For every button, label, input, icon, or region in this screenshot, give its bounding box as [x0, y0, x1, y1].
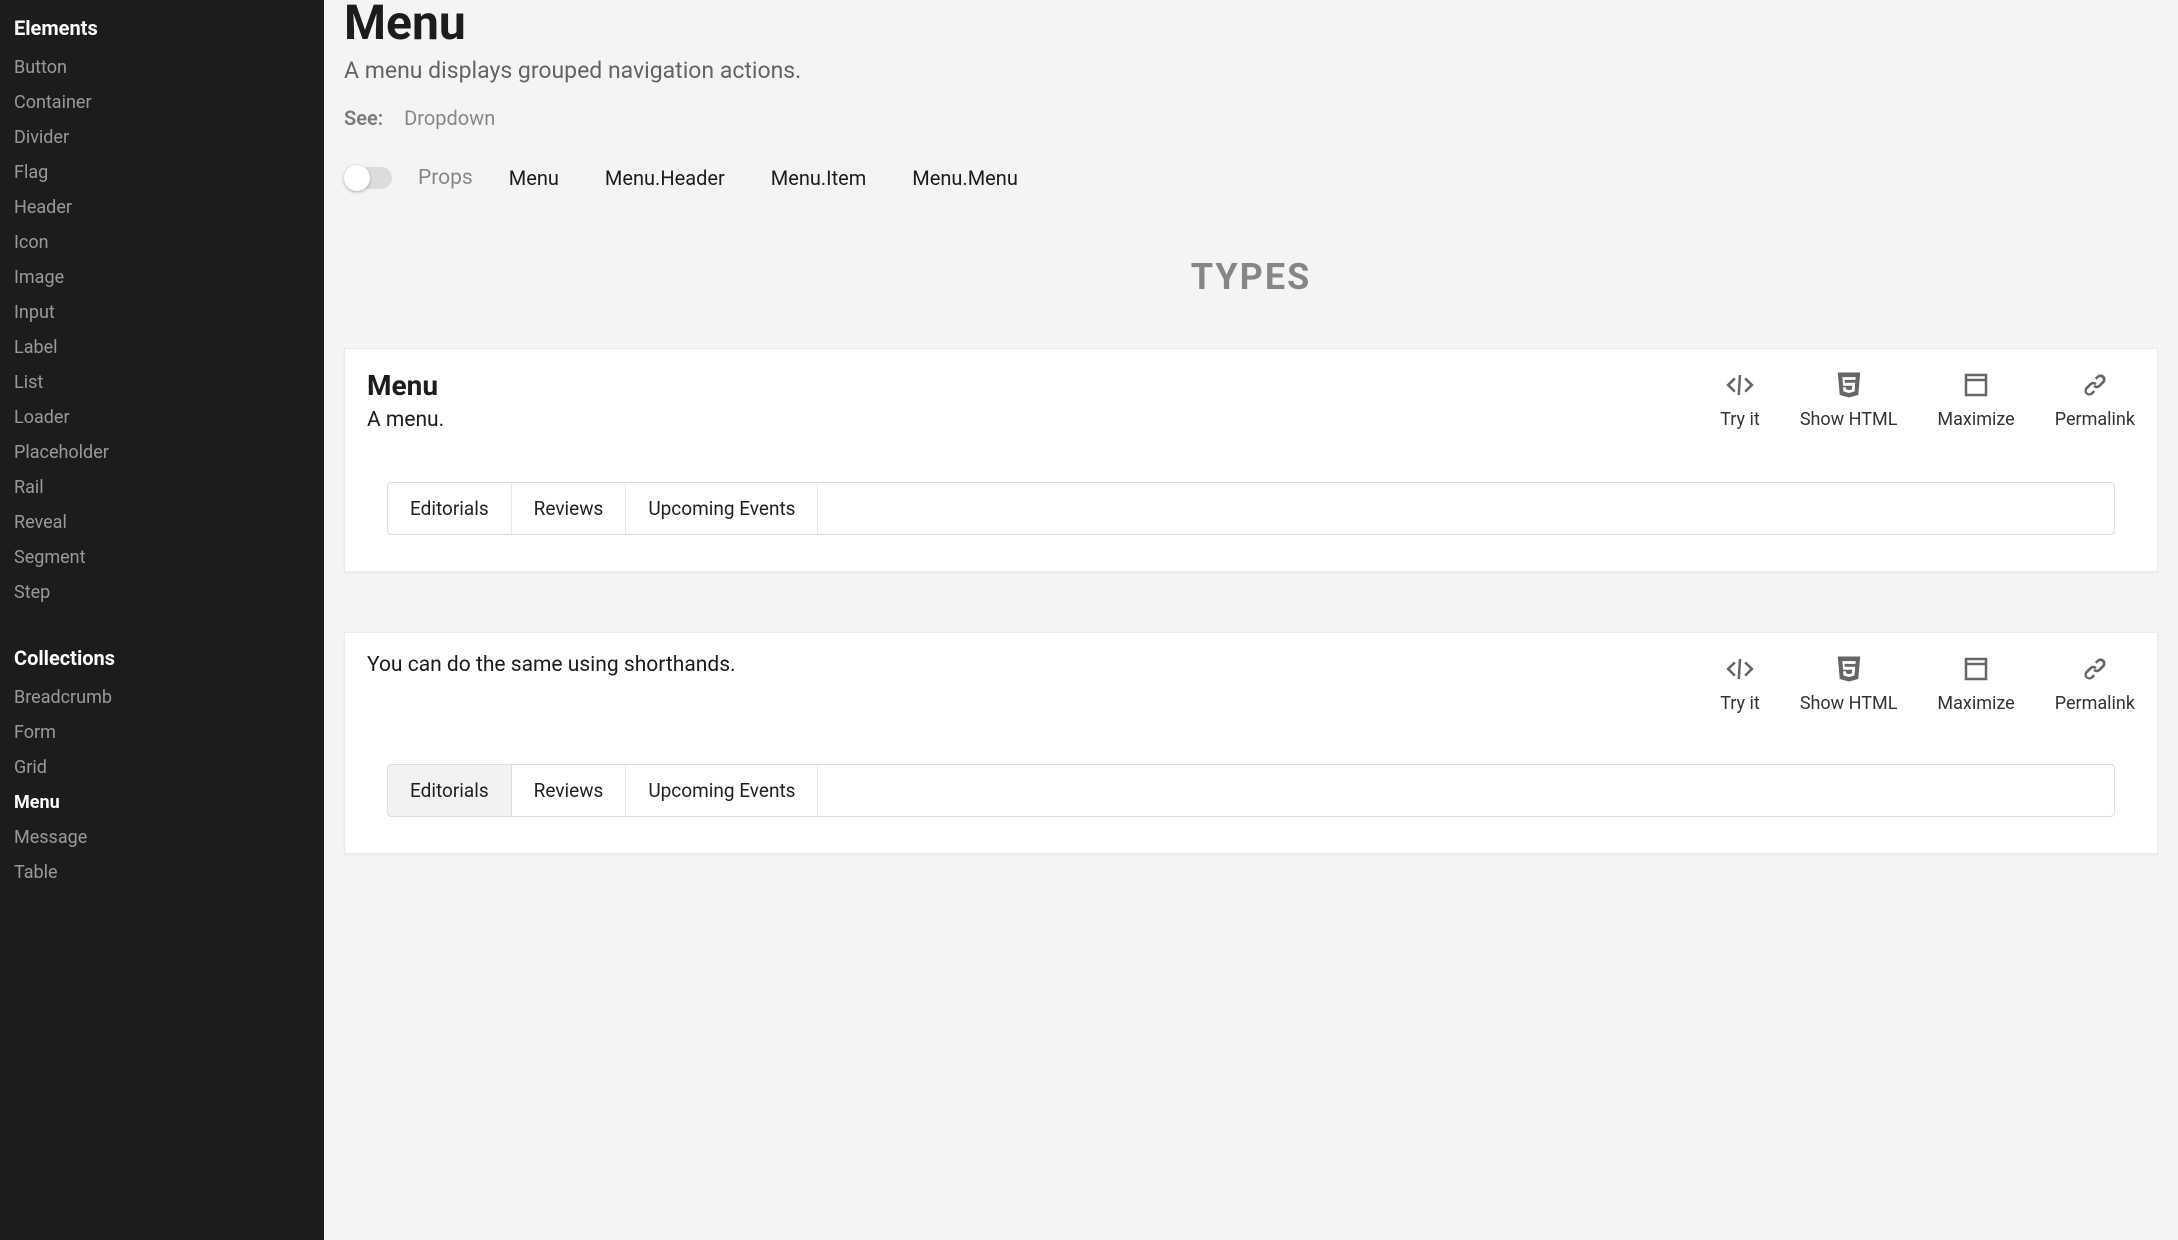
sidebar-item-rail[interactable]: Rail	[0, 470, 324, 505]
sidebar-item-header[interactable]: Header	[0, 190, 324, 225]
menu-item-editorials[interactable]: Editorials	[388, 765, 512, 816]
sidebar-item-container[interactable]: Container	[0, 85, 324, 120]
showhtml-label: Show HTML	[1800, 409, 1898, 430]
sidebar-item-list[interactable]: List	[0, 365, 324, 400]
permalink-label: Permalink	[2055, 693, 2135, 714]
demo-menu: Editorials Reviews Upcoming Events	[387, 764, 2115, 817]
demo-area: Editorials Reviews Upcoming Events	[367, 764, 2135, 817]
sidebar-item-icon[interactable]: Icon	[0, 225, 324, 260]
tryit-button[interactable]: Try it	[1720, 653, 1760, 714]
example-card: You can do the same using shorthands. Tr…	[344, 632, 2158, 854]
example-card: Menu A menu. Try it Show HTML	[344, 348, 2158, 572]
sidebar: Elements Button Container Divider Flag H…	[0, 0, 324, 1240]
sidebar-section-elements: Elements	[0, 10, 324, 50]
sidebar-item-segment[interactable]: Segment	[0, 540, 324, 575]
props-toggle[interactable]	[344, 167, 392, 189]
sidebar-item-loader[interactable]: Loader	[0, 400, 324, 435]
menu-item-reviews[interactable]: Reviews	[512, 765, 627, 816]
sidebar-item-divider[interactable]: Divider	[0, 120, 324, 155]
main-content: Menu A menu displays grouped navigation …	[324, 0, 2178, 1240]
props-label: Props	[418, 166, 473, 190]
tryit-label: Try it	[1720, 693, 1760, 714]
see-label: See:	[344, 106, 383, 130]
example-header-row: You can do the same using shorthands. Tr…	[367, 653, 2135, 714]
sidebar-item-image[interactable]: Image	[0, 260, 324, 295]
sidebar-item-grid[interactable]: Grid	[0, 750, 324, 785]
example-actions: Try it Show HTML Maximize	[1720, 369, 2135, 430]
window-maximize-icon	[1960, 369, 1992, 401]
demo-area: Editorials Reviews Upcoming Events	[367, 482, 2135, 535]
props-row: Props Menu Menu.Header Menu.Item Menu.Me…	[344, 160, 2158, 196]
see-row: See: Dropdown	[344, 106, 2158, 130]
tryit-label: Try it	[1720, 409, 1760, 430]
sidebar-item-form[interactable]: Form	[0, 715, 324, 750]
menu-item-upcoming-events[interactable]: Upcoming Events	[626, 765, 818, 816]
section-heading-types: TYPES	[344, 256, 2158, 298]
example-desc: A menu.	[367, 408, 444, 432]
sidebar-item-placeholder[interactable]: Placeholder	[0, 435, 324, 470]
maximize-label: Maximize	[1937, 409, 2014, 430]
example-info: Menu A menu.	[367, 369, 444, 432]
permalink-button[interactable]: Permalink	[2055, 369, 2135, 430]
tryit-button[interactable]: Try it	[1720, 369, 1760, 430]
html5-icon	[1833, 653, 1865, 685]
maximize-button[interactable]: Maximize	[1937, 369, 2014, 430]
example-info: You can do the same using shorthands.	[367, 653, 736, 677]
sidebar-item-input[interactable]: Input	[0, 295, 324, 330]
showhtml-label: Show HTML	[1800, 693, 1898, 714]
example-actions: Try it Show HTML Maximize	[1720, 653, 2135, 714]
maximize-label: Maximize	[1937, 693, 2014, 714]
sidebar-spacer	[0, 610, 324, 640]
props-link-menu-header[interactable]: Menu.Header	[595, 160, 735, 196]
menu-item-reviews[interactable]: Reviews	[512, 483, 627, 534]
see-link-dropdown[interactable]: Dropdown	[404, 106, 495, 130]
sidebar-item-button[interactable]: Button	[0, 50, 324, 85]
sidebar-item-table[interactable]: Table	[0, 855, 324, 890]
sidebar-item-menu[interactable]: Menu	[0, 785, 324, 820]
sidebar-item-reveal[interactable]: Reveal	[0, 505, 324, 540]
html5-icon	[1833, 369, 1865, 401]
sidebar-item-message[interactable]: Message	[0, 820, 324, 855]
link-icon	[2079, 653, 2111, 685]
permalink-button[interactable]: Permalink	[2055, 653, 2135, 714]
example-header-row: Menu A menu. Try it Show HTML	[367, 369, 2135, 432]
menu-item-upcoming-events[interactable]: Upcoming Events	[626, 483, 818, 534]
link-icon	[2079, 369, 2111, 401]
props-link-menu-menu[interactable]: Menu.Menu	[902, 160, 1028, 196]
code-icon	[1724, 653, 1756, 685]
sidebar-item-breadcrumb[interactable]: Breadcrumb	[0, 680, 324, 715]
showhtml-button[interactable]: Show HTML	[1800, 369, 1898, 430]
sidebar-section-collections: Collections	[0, 640, 324, 680]
maximize-button[interactable]: Maximize	[1937, 653, 2014, 714]
page-subtitle: A menu displays grouped navigation actio…	[344, 57, 2158, 84]
toggle-knob	[344, 165, 370, 191]
showhtml-button[interactable]: Show HTML	[1800, 653, 1898, 714]
demo-menu: Editorials Reviews Upcoming Events	[387, 482, 2115, 535]
props-link-menu-item[interactable]: Menu.Item	[761, 160, 877, 196]
example-desc: You can do the same using shorthands.	[367, 653, 736, 677]
props-link-menu[interactable]: Menu	[499, 160, 569, 196]
sidebar-item-step[interactable]: Step	[0, 575, 324, 610]
menu-item-editorials[interactable]: Editorials	[388, 483, 512, 534]
permalink-label: Permalink	[2055, 409, 2135, 430]
page-title: Menu	[344, 0, 2158, 51]
window-maximize-icon	[1960, 653, 1992, 685]
sidebar-item-flag[interactable]: Flag	[0, 155, 324, 190]
code-icon	[1724, 369, 1756, 401]
example-title: Menu	[367, 369, 444, 402]
sidebar-item-label[interactable]: Label	[0, 330, 324, 365]
